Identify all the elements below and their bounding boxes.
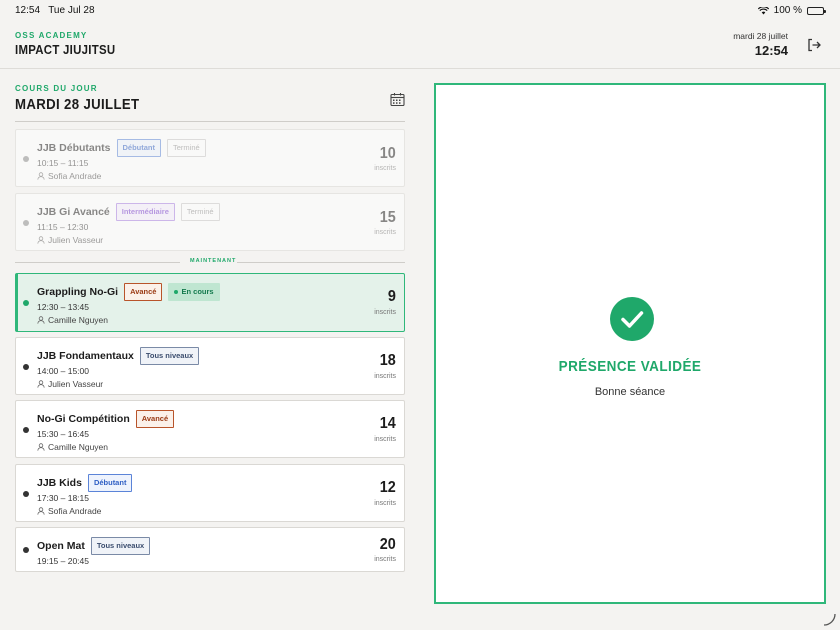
class-name: No-Gi Compétition (37, 412, 130, 425)
class-coach: Camille Nguyen (37, 442, 108, 452)
wifi-icon (757, 6, 769, 14)
enrolled-count: 20 (379, 536, 396, 553)
section-label: COURS DU JOUR (15, 84, 98, 93)
enrolled-label: inscrits (374, 309, 396, 316)
level-badge: Avancé (124, 283, 163, 301)
battery-percent: 100 % (773, 5, 802, 16)
person-icon (37, 236, 45, 244)
person-icon (37, 172, 45, 180)
resize-handle-icon[interactable] (822, 612, 836, 626)
logout-icon[interactable] (806, 37, 822, 53)
status-dot (23, 156, 29, 162)
class-time: 15:30 – 16:45 (37, 429, 89, 439)
enrolled-count: 18 (379, 352, 396, 369)
class-card[interactable]: JJB Débutants Débutant Terminé 10:15 – 1… (15, 129, 405, 187)
battery-icon (807, 6, 826, 15)
class-card[interactable]: JJB Kids Débutant 17:30 – 18:15 Sofia An… (15, 464, 405, 522)
confirmation-subtitle: Bonne séance (594, 386, 666, 398)
confirmation-title: PRÉSENCE VALIDÉE (558, 358, 702, 375)
person-icon (37, 443, 45, 451)
status-badge: En cours (168, 283, 220, 301)
class-name: JJB Fondamentaux (37, 349, 134, 362)
class-card[interactable]: JJB Gi Avancé Intermédiaire Terminé 11:1… (15, 193, 405, 251)
class-coach: Julien Vasseur (37, 235, 103, 245)
status-dot (23, 364, 29, 370)
class-time: 19:15 – 20:45 (37, 556, 89, 566)
status-badge: Terminé (167, 139, 206, 157)
person-icon (37, 316, 45, 324)
class-name: JJB Débutants (37, 141, 111, 154)
status-time-date: 12:54 Tue Jul 28 (15, 5, 95, 16)
person-icon (37, 507, 45, 515)
status-dot (23, 491, 29, 497)
class-time: 14:00 – 15:00 (37, 366, 89, 376)
enrolled-label: inscrits (374, 556, 396, 563)
level-badge: Débutant (87, 474, 133, 492)
class-card[interactable]: No-Gi Compétition Avancé 15:30 – 16:45 C… (15, 400, 405, 458)
calendar-icon[interactable] (390, 92, 405, 107)
status-dot (23, 300, 29, 306)
class-name: JJB Gi Avancé (37, 205, 110, 218)
class-card-current[interactable]: Grappling No-Gi Avancé En cours 12:30 – … (15, 273, 405, 332)
section-title: MARDI 28 JUILLET (15, 96, 140, 113)
academy-name: IMPACT JIUJITSU (15, 42, 116, 57)
enrolled-count: 10 (379, 145, 396, 162)
header-date: mardi 28 juillet (733, 31, 788, 41)
enrolled-label: inscrits (374, 500, 396, 507)
class-card[interactable]: Open Mat Tous niveaux 19:15 – 20:45 20 i… (15, 527, 405, 572)
now-label: MAINTENANT (190, 258, 237, 264)
status-bar: 12:54 Tue Jul 28 100 % (0, 0, 840, 20)
enrolled-label: inscrits (374, 373, 396, 380)
class-coach: Camille Nguyen (37, 315, 108, 325)
academy-label: OSS ACADEMY (15, 31, 88, 40)
level-badge: Tous niveaux (90, 537, 151, 555)
class-coach: Julien Vasseur (37, 379, 103, 389)
level-badge: Débutant (116, 139, 162, 157)
status-dot (23, 547, 29, 553)
app-header: OSS ACADEMY IMPACT JIUJITSU mardi 28 jui… (0, 20, 840, 69)
class-name: Grappling No-Gi (37, 285, 119, 298)
class-name: Open Mat (37, 539, 85, 552)
class-card[interactable]: JJB Fondamentaux Tous niveaux 14:00 – 15… (15, 337, 405, 395)
enrolled-label: inscrits (374, 436, 396, 443)
class-time: 11:15 – 12:30 (37, 222, 89, 232)
level-badge: Tous niveaux (139, 347, 200, 365)
class-time: 17:30 – 18:15 (37, 493, 89, 503)
level-badge: Avancé (135, 410, 175, 428)
person-icon (37, 380, 45, 388)
enrolled-count: 15 (379, 209, 396, 226)
status-badge: Terminé (180, 203, 220, 221)
level-badge: Intermédiaire (115, 203, 175, 221)
enrolled-count: 9 (387, 288, 396, 305)
status-dot (23, 427, 29, 433)
enrolled-label: inscrits (374, 165, 396, 172)
class-time: 12:30 – 13:45 (37, 302, 89, 312)
section-divider (15, 121, 405, 122)
live-dot-icon (174, 289, 179, 294)
class-coach: Sofia Andrade (37, 506, 101, 516)
enrolled-count: 12 (379, 479, 396, 496)
enrolled-label: inscrits (374, 229, 396, 236)
header-clock: 12:54 (754, 43, 788, 58)
status-dot (23, 220, 29, 226)
class-time: 10:15 – 11:15 (37, 158, 89, 168)
class-name: JJB Kids (37, 476, 82, 489)
success-check-icon (610, 297, 654, 341)
attendance-panel: PRÉSENCE VALIDÉE Bonne séance (434, 83, 826, 604)
class-coach: Sofia Andrade (37, 171, 101, 181)
enrolled-count: 14 (379, 415, 396, 432)
